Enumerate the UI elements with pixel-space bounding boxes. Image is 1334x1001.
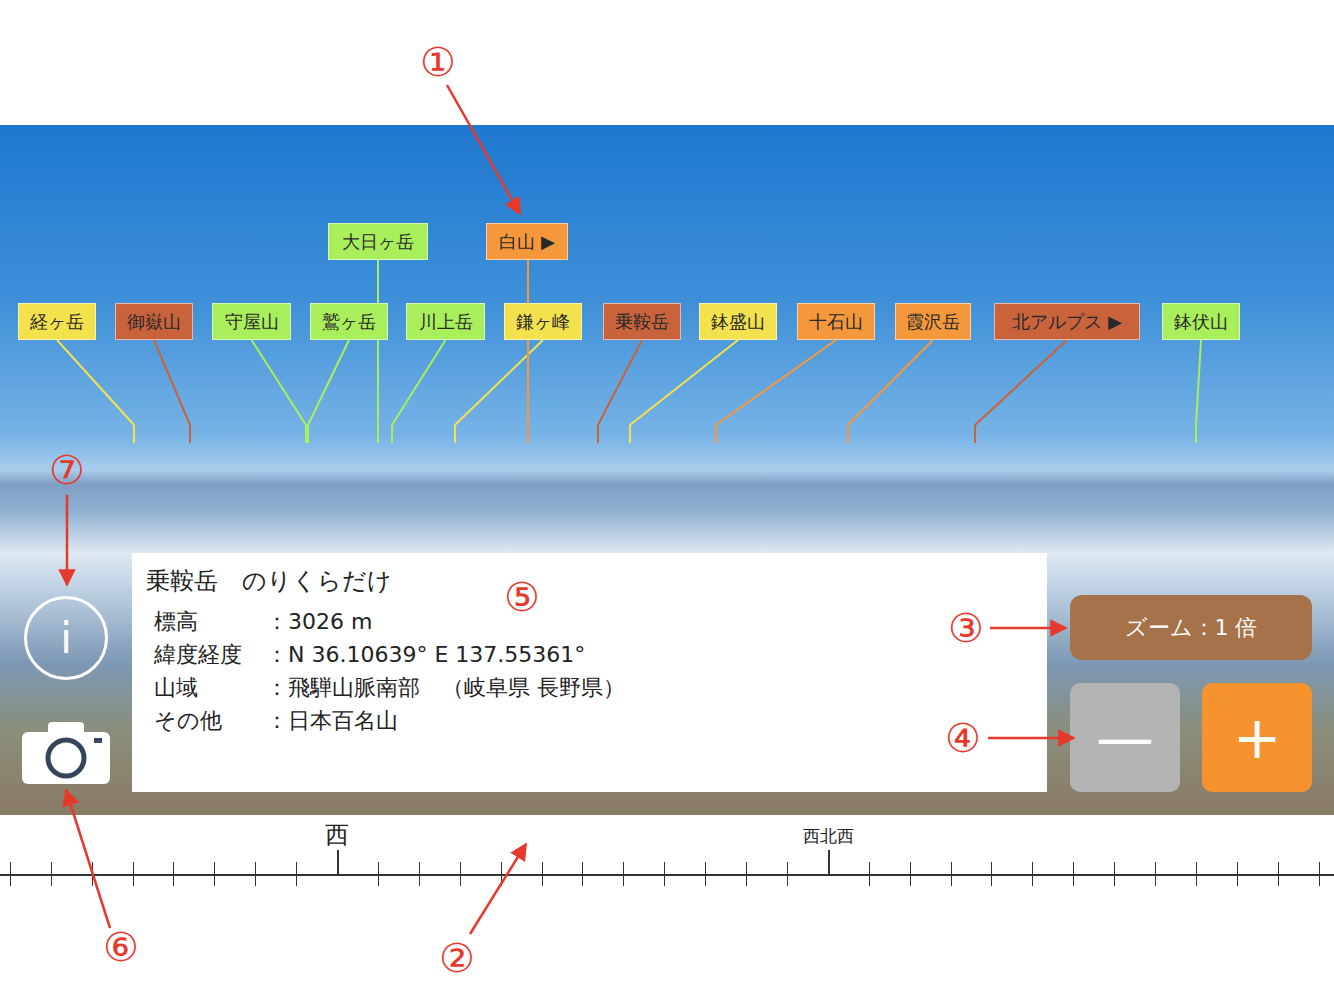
ruler-tick (828, 850, 830, 875)
ruler-tick (1073, 862, 1074, 886)
ruler-tick (255, 862, 256, 886)
info-key: 標高 (154, 605, 266, 638)
ruler-tick (623, 862, 624, 886)
ruler-tick (173, 862, 174, 886)
info-row: 緯度経度：N 36.10639° E 137.55361° (146, 638, 1033, 671)
ruler-tick (51, 862, 52, 886)
ruler-tick (337, 850, 339, 875)
info-value: ：N 36.10639° E 137.55361° (266, 638, 585, 671)
annotation-number: ⑥ (103, 927, 139, 967)
ruler-tick (746, 862, 747, 886)
mountain-label[interactable]: 大日ヶ岳 (328, 223, 428, 260)
info-row: 山域：飛騨山脈南部 （岐阜県 長野県） (146, 671, 1033, 704)
annotation-number: ⑤ (504, 577, 540, 617)
info-panel: 乗鞍岳 のりくらだけ標高：3026 m緯度経度：N 36.10639° E 13… (132, 553, 1047, 792)
camera-view: 経ヶ岳御嶽山守屋山鷲ヶ岳 大日ヶ岳川上岳鎌ヶ峰 白山 ▶ 乗鞍岳鉢盛山十石山霞沢岳北ア… (0, 125, 1334, 815)
ruler-tick (10, 862, 11, 886)
ruler-tick (92, 862, 93, 886)
ruler-tick (460, 862, 461, 886)
annotation-number: ① (420, 42, 456, 82)
ruler-tick (296, 862, 297, 886)
ruler-tick (1032, 862, 1033, 886)
camera-icon[interactable] (22, 722, 110, 784)
ruler-tick (582, 862, 583, 886)
ruler-tick (787, 862, 788, 886)
ruler-tick (869, 862, 870, 886)
mountain-label[interactable]: 守屋山 (212, 303, 291, 340)
info-key: 山域 (154, 671, 266, 704)
compass-label: 西北西 (803, 825, 854, 848)
ruler-tick (951, 862, 952, 886)
ruler-baseline (0, 874, 1334, 876)
info-value: ：飛騨山脈南部 （岐阜県 長野県） (266, 671, 625, 704)
ruler-tick (133, 862, 134, 886)
zoom-plus-button[interactable]: + (1202, 683, 1312, 792)
mountain-label[interactable]: 鎌ヶ峰 (504, 303, 582, 340)
ruler-tick (1114, 862, 1115, 886)
compass-label: 西 (325, 819, 349, 851)
ruler-tick (542, 862, 543, 886)
annotation-arrows (0, 0, 1334, 1001)
ruler-tick (1278, 862, 1279, 886)
info-row: その他：日本百名山 (146, 704, 1033, 737)
ruler-tick (501, 862, 502, 886)
top-band (0, 0, 1334, 125)
info-value: ：3026 m (266, 605, 372, 638)
ruler-tick (1196, 862, 1197, 886)
info-title: 乗鞍岳 のりくらだけ (146, 565, 1033, 597)
ruler-tick (910, 862, 911, 886)
mountain-label[interactable]: 鉢伏山 (1162, 303, 1240, 340)
info-key: その他 (154, 704, 266, 737)
ruler-tick (1319, 862, 1320, 886)
mountain-label[interactable]: 経ヶ岳 (18, 303, 96, 340)
ruler-tick (1237, 862, 1238, 886)
annotation-number: ⑦ (49, 450, 85, 490)
ruler-tick (214, 862, 215, 886)
mountain-label[interactable]: 鉢盛山 (699, 303, 777, 340)
info-value: ：日本百名山 (266, 704, 398, 737)
zoom-label: ズーム：1 倍 (1070, 595, 1312, 660)
compass-ruler[interactable]: 西 西北西 (0, 815, 1334, 1001)
info-row: 標高：3026 m (146, 605, 1033, 638)
mountain-label[interactable]: 白山 ▶ (486, 223, 568, 260)
zoom-minus-button[interactable]: — (1070, 683, 1180, 792)
mountain-label[interactable]: 霞沢岳 (895, 303, 971, 340)
annotation-number: ② (439, 938, 475, 978)
mountain-label[interactable]: 鷲ヶ岳 (310, 303, 388, 340)
ruler-tick (419, 862, 420, 886)
mountain-label[interactable]: 北アルプス ▶ (994, 303, 1140, 340)
ruler-tick (378, 862, 379, 886)
mountain-label[interactable]: 十石山 (797, 303, 875, 340)
ruler-tick (1155, 862, 1156, 886)
info-button[interactable]: i (24, 596, 108, 680)
annotation-number: ④ (945, 718, 981, 758)
ruler-tick (705, 862, 706, 886)
mountain-label[interactable]: 御嶽山 (115, 303, 193, 340)
mountain-label[interactable]: 乗鞍岳 (603, 303, 681, 340)
ruler-tick (664, 862, 665, 886)
ruler-tick (991, 862, 992, 886)
info-key: 緯度経度 (154, 638, 266, 671)
annotation-number: ③ (948, 608, 984, 648)
mountain-label[interactable]: 川上岳 (406, 303, 485, 340)
